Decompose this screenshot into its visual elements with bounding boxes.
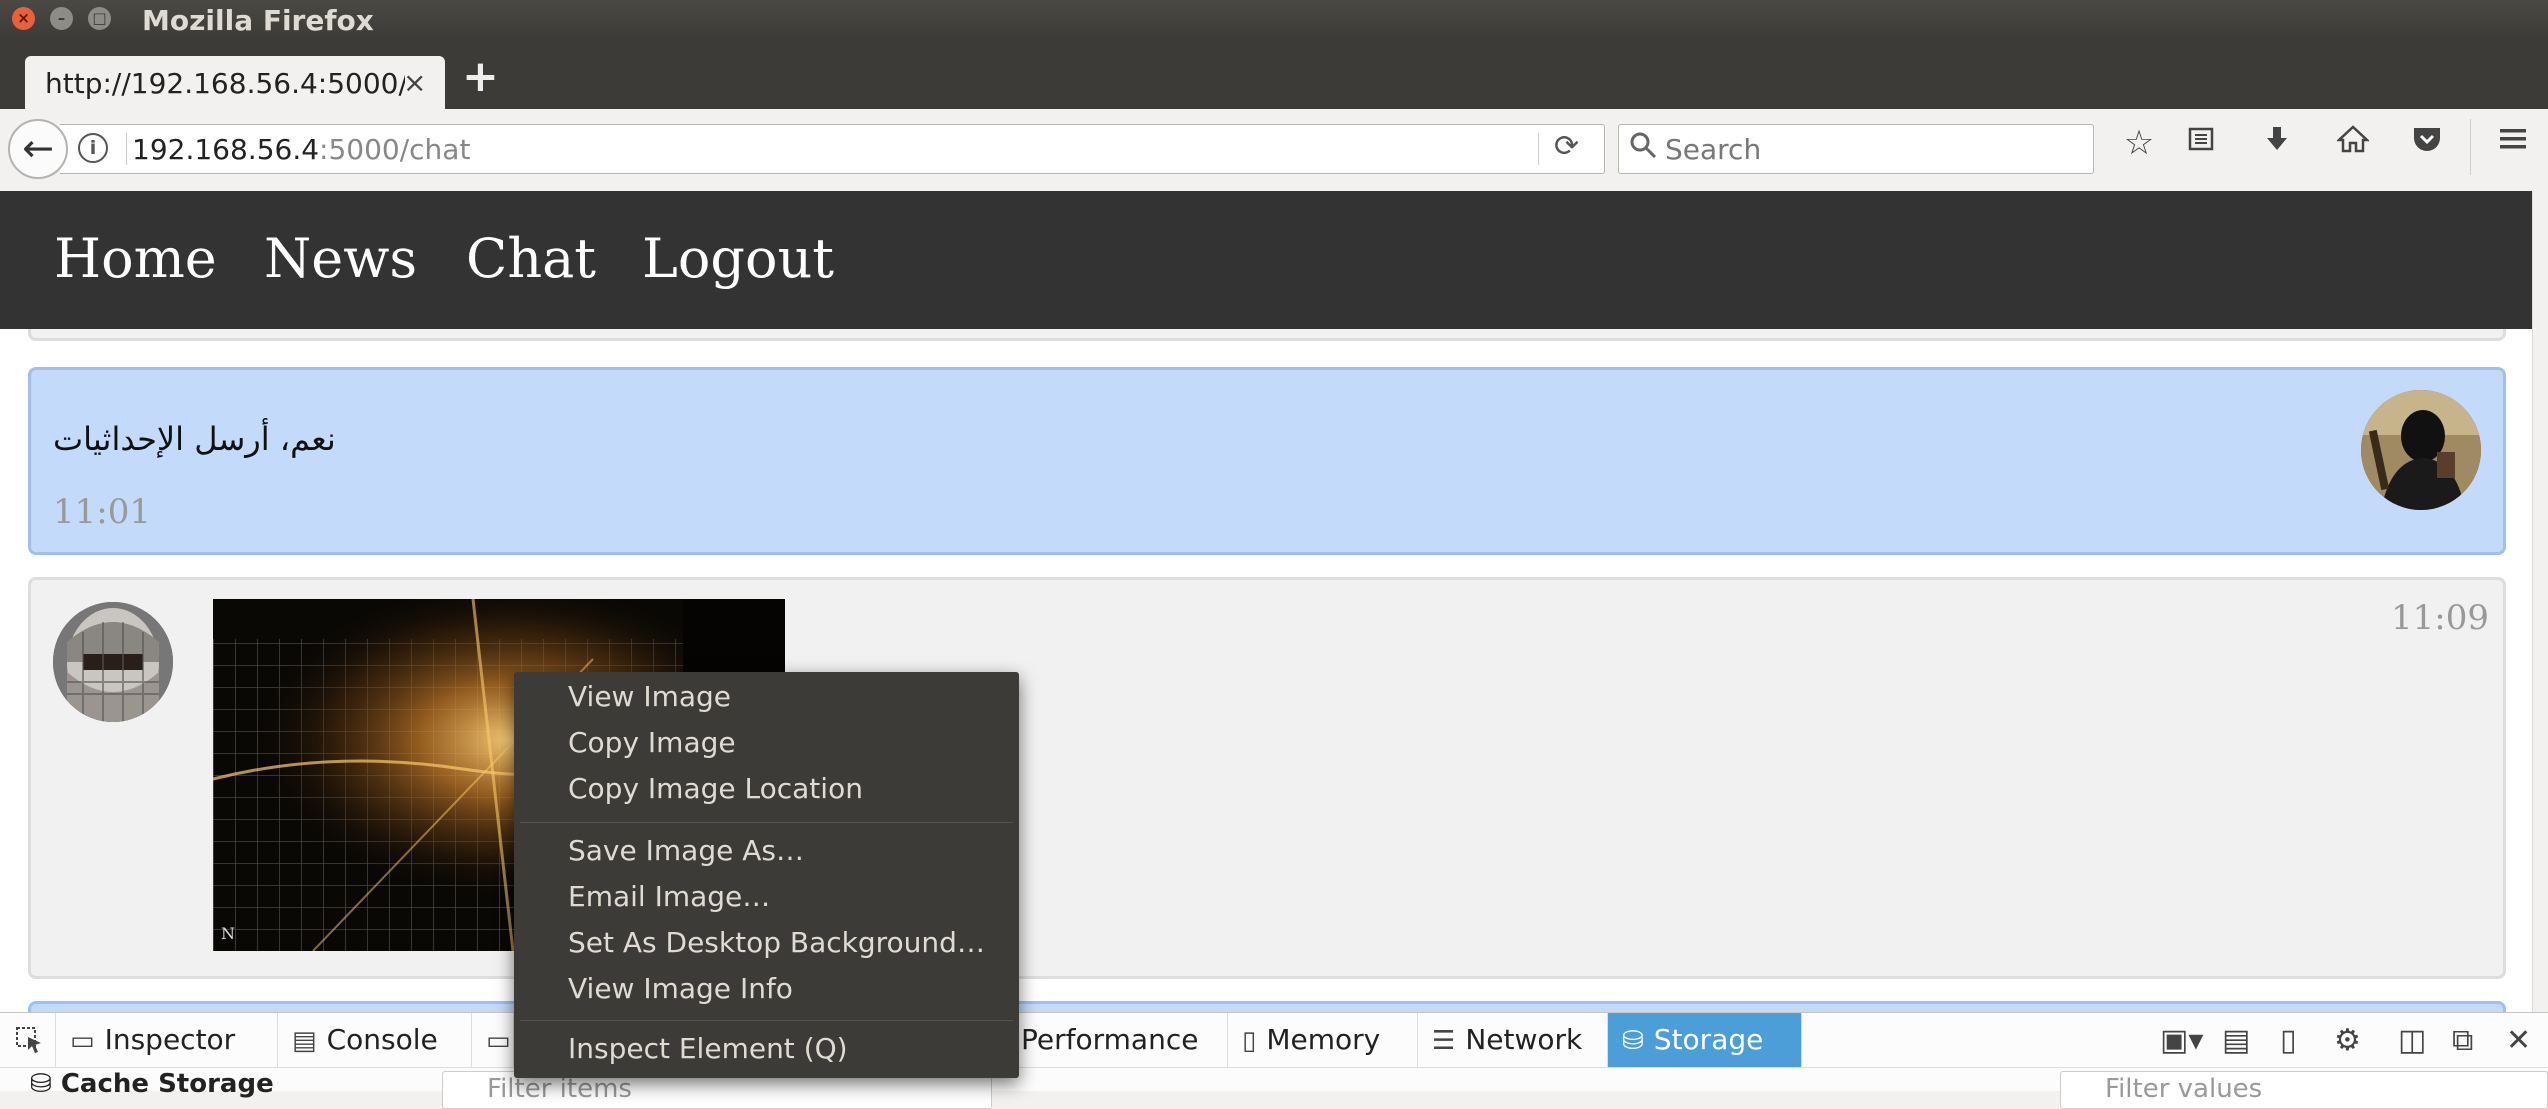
pocket-icon[interactable] xyxy=(2404,123,2450,163)
tab-title: http://192.168.56.4:5000/chat xyxy=(45,67,405,100)
tab-memory[interactable]: ▯ Memory xyxy=(1228,1013,1418,1067)
back-button[interactable]: ← xyxy=(8,119,68,179)
chat-message-partial xyxy=(28,1001,2506,1012)
search-icon xyxy=(1629,131,1657,166)
url-path: :5000/chat xyxy=(319,133,471,166)
tab-label: Network xyxy=(1465,1023,1583,1056)
menu-item-copy-image[interactable]: Copy Image xyxy=(568,726,736,759)
avatar xyxy=(2361,390,2481,510)
menu-item-copy-image-location[interactable]: Copy Image Location xyxy=(568,772,863,805)
filter-placeholder: Filter items xyxy=(487,1074,632,1104)
nav-link-logout[interactable]: Logout xyxy=(642,227,834,290)
responsive-design-icon[interactable]: ▯ xyxy=(2280,1023,2297,1058)
new-tab-button[interactable]: + xyxy=(462,55,499,99)
menu-item-set-desktop-background[interactable]: Set As Desktop Background… xyxy=(568,926,985,959)
tab-label: Console xyxy=(326,1023,438,1056)
tab-label: Memory xyxy=(1266,1023,1381,1056)
info-icon[interactable]: i xyxy=(78,133,108,163)
search-input[interactable] xyxy=(1663,125,2087,173)
menu-item-save-image-as[interactable]: Save Image As… xyxy=(568,834,804,867)
page-scrollbar[interactable] xyxy=(2532,191,2548,1012)
reading-list-icon[interactable] xyxy=(2178,123,2224,163)
url-separator xyxy=(1538,133,1539,165)
tab-strip: http://192.168.56.4:5000/chat × + xyxy=(0,39,2548,109)
site-navigation: Home News Chat Logout xyxy=(0,191,2532,329)
message-time: 11:09 xyxy=(2391,598,2489,638)
url-text[interactable]: 192.168.56.4:5000/chat xyxy=(132,133,470,166)
window-close-button[interactable]: × xyxy=(12,7,35,30)
nav-link-news[interactable]: News xyxy=(264,227,417,290)
storage-icon: ⛁ xyxy=(1622,1026,1644,1056)
home-icon[interactable] xyxy=(2330,123,2376,163)
tab-label: Storage xyxy=(1653,1023,1764,1056)
menu-item-view-image[interactable]: View Image xyxy=(568,680,731,713)
separate-window-icon[interactable]: ⧉ xyxy=(2452,1023,2473,1058)
tab-console[interactable]: ▤ Console xyxy=(278,1013,472,1067)
window-minimize-button[interactable]: – xyxy=(50,7,73,30)
tab-inspector[interactable]: ▭ Inspector xyxy=(56,1013,278,1067)
window-title: Mozilla Firefox xyxy=(142,4,374,37)
navigation-toolbar: i 192.168.56.4:5000/chat ⟳ ← ☆ xyxy=(0,109,2548,192)
devtools-toolbar: ▭ Inspector ▤ Console ▭ Performance ▯ Memor… xyxy=(0,1013,2548,1068)
url-separator xyxy=(126,133,127,165)
menu-item-view-image-info[interactable]: View Image Info xyxy=(568,972,793,1005)
tab-label: Performance xyxy=(1021,1023,1199,1056)
svg-text:N: N xyxy=(221,924,235,943)
devtools-panel: ▭ Inspector ▤ Console ▭ Performance ▯ Memor… xyxy=(0,1012,2548,1109)
context-menu: View Image Copy Image Copy Image Locatio… xyxy=(514,672,1019,1078)
url-host: 192.168.56.4 xyxy=(132,133,320,166)
tab-label: Inspector xyxy=(104,1023,236,1056)
tab-close-button[interactable]: × xyxy=(403,66,426,99)
dock-layout-icon[interactable]: ▣▾ xyxy=(2160,1023,2203,1058)
tab-chat[interactable]: http://192.168.56.4:5000/chat × xyxy=(25,56,445,109)
menu-item-inspect-element[interactable]: Inspect Element (Q) xyxy=(568,1032,848,1065)
dock-side-icon[interactable]: ◫ xyxy=(2398,1023,2426,1058)
storage-tree-label: Cache Storage xyxy=(60,1069,274,1099)
database-icon: ⛁ xyxy=(30,1069,61,1099)
pick-element-icon[interactable] xyxy=(0,1013,56,1067)
hamburger-menu-icon[interactable] xyxy=(2490,123,2536,163)
console-icon: ▤ xyxy=(292,1026,317,1056)
window-maximize-button[interactable]: □ xyxy=(88,7,111,30)
back-arrow-icon: ← xyxy=(22,126,54,170)
tab-debugger[interactable]: ▭ xyxy=(472,1013,514,1067)
message-text: نعم، أرسل الإحداثيات xyxy=(53,420,336,458)
close-devtools-icon[interactable]: ✕ xyxy=(2506,1023,2531,1058)
toolbar-separator xyxy=(2470,119,2471,175)
settings-gear-icon[interactable]: ⚙ xyxy=(2334,1023,2361,1058)
debugger-icon: ▭ xyxy=(486,1026,511,1056)
nav-link-home[interactable]: Home xyxy=(54,227,217,290)
page-content: Home News Chat Logout نعم، أرسل الإحداثي… xyxy=(0,191,2532,1012)
reload-icon[interactable]: ⟳ xyxy=(1554,129,1579,164)
filter-values-input[interactable]: Filter values xyxy=(2060,1071,2548,1109)
menu-item-email-image[interactable]: Email Image… xyxy=(568,880,770,913)
url-bar[interactable]: i 192.168.56.4:5000/chat ⟳ xyxy=(60,124,1605,174)
memory-icon: ▯ xyxy=(1242,1026,1257,1056)
download-icon[interactable] xyxy=(2254,123,2300,163)
inspector-icon: ▭ xyxy=(70,1026,95,1056)
tab-storage[interactable]: ⛁ Storage xyxy=(1608,1013,1802,1067)
storage-tree-cache[interactable]: ⛁ Cache Storage xyxy=(30,1069,274,1099)
star-icon[interactable]: ☆ xyxy=(2116,123,2162,163)
search-bar[interactable] xyxy=(1618,124,2094,174)
network-icon: ☰ xyxy=(1432,1026,1456,1056)
filter-placeholder: Filter values xyxy=(2105,1074,2263,1104)
tab-performance[interactable]: Performance xyxy=(1006,1013,1228,1067)
chat-message-incoming: نعم، أرسل الإحداثيات 11:01 xyxy=(28,367,2506,555)
window-titlebar: × – □ Mozilla Firefox xyxy=(0,0,2548,39)
message-time: 11:01 xyxy=(53,492,151,532)
menu-separator xyxy=(520,822,1013,823)
chat-message-outgoing: N 11:09 xyxy=(28,577,2506,979)
split-console-icon[interactable]: ▤ xyxy=(2222,1023,2250,1058)
tab-network[interactable]: ☰ Network xyxy=(1418,1013,1608,1067)
nav-link-chat[interactable]: Chat xyxy=(466,227,596,290)
menu-separator xyxy=(520,1020,1013,1021)
avatar xyxy=(53,602,173,722)
